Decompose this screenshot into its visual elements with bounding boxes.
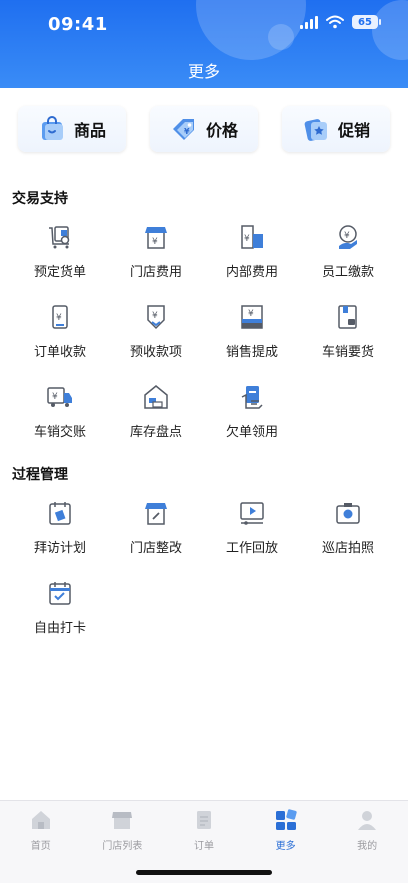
grid-item-label: 订单收款 [33,345,86,360]
grid-item-internal-fee[interactable]: ¥ 内部费用 [204,223,300,303]
status-time: 09:41 [48,14,108,35]
home-icon [31,811,50,829]
tab-profile[interactable]: 我的 [326,801,408,857]
decorative-bubble [268,24,294,50]
commission-icon: ¥ [241,305,263,329]
grid-item-label: 内部费用 [225,265,278,280]
store-fee-icon: ¥ [145,227,167,249]
store-fix-icon [145,503,167,525]
svg-text:¥: ¥ [244,234,250,244]
process-management-grid: 拜访计划 门店整改 工作回放 巡店拍照 自由打卡 [12,499,396,659]
payment-icon: ¥ [339,225,357,249]
promo-card[interactable]: 促销 [282,106,390,152]
svg-text:¥: ¥ [56,313,62,323]
decorative-bubble [372,0,408,60]
top-cards: 商品 ¥ 价格 促销 [18,106,390,152]
price-card-label: 价格 [205,121,238,140]
svg-text:¥: ¥ [248,309,254,319]
svg-text:¥: ¥ [52,392,58,402]
grid-item-label: 车销交账 [33,425,86,440]
grid-item-staff-payment[interactable]: ¥ 员工缴款 [300,223,396,303]
cellular-signal-icon [300,15,318,29]
price-tag-icon: ¥ [172,119,194,140]
user-icon [358,811,377,830]
prepay-icon: ¥ [147,305,165,330]
svg-text:¥: ¥ [184,127,190,136]
grid-item-order-receipt[interactable]: ¥ 订单收款 [12,303,108,383]
grid-item-store-photo[interactable]: 巡店拍照 [300,499,396,579]
page-title: 更多 [187,62,220,81]
camera-icon [336,503,360,524]
van-request-icon [338,305,357,329]
internal-fee-icon: ¥ [241,225,263,249]
status-icons: 65 [300,15,381,29]
tab-more[interactable]: 更多 [245,801,327,857]
grid-item-label: 拜访计划 [33,541,86,556]
section-title-trade: 交易支持 [12,191,68,207]
grid-item-store-fee[interactable]: ¥ 门店费用 [108,223,204,303]
header-bar: 09:41 65 更多 [0,0,408,88]
grid-item-label: 工作回放 [225,541,278,556]
battery-icon: 65 [352,15,381,29]
grid-item-order-booking[interactable]: 预定货单 [12,223,108,303]
tab-label: 首页 [30,841,51,852]
home-indicator [136,870,272,875]
grid-item-label: 员工缴款 [321,265,374,280]
grid-item-free-checkin[interactable]: 自由打卡 [12,579,108,659]
grid-item-label: 欠单领用 [225,425,278,440]
store-list-icon [112,812,133,829]
tab-label: 订单 [193,841,214,852]
grid-item-label: 巡店拍照 [321,541,374,556]
grid-item-label: 自由打卡 [33,621,86,636]
grid-item-label: 预定货单 [33,265,86,280]
grid-item-work-replay[interactable]: 工作回放 [204,499,300,579]
grid-item-label: 车销要货 [321,345,374,360]
grid-item-visit-plan[interactable]: 拜访计划 [12,499,108,579]
price-card[interactable]: ¥ 价格 [150,106,258,152]
grid-item-label: 销售提成 [225,345,278,360]
order-icon [196,811,211,829]
grid-item-sales-commission[interactable]: ¥ 销售提成 [204,303,300,383]
svg-text:¥: ¥ [152,237,158,247]
tab-label: 更多 [275,841,296,852]
grid-more-icon [275,809,297,830]
grid-item-label: 库存盘点 [129,425,182,440]
promo-icon [304,119,327,141]
grid-item-prepayment[interactable]: ¥ 预收款项 [108,303,204,383]
grid-item-van-settlement[interactable]: ¥ 车销交账 [12,383,108,463]
tab-label: 我的 [357,841,378,852]
svg-text:¥: ¥ [152,311,158,321]
tab-store-list[interactable]: 门店列表 [82,801,164,857]
order-cart-icon [49,226,70,249]
tab-home[interactable]: 首页 [0,801,82,857]
grid-item-label: 预收款项 [129,345,182,360]
svg-text:¥: ¥ [344,231,350,241]
promo-card-label: 促销 [337,121,370,140]
section-title-process: 过程管理 [12,467,68,483]
order-receipt-icon: ¥ [52,305,68,329]
bag-icon [41,116,63,140]
tab-label: 门店列表 [102,841,143,852]
grid-item-debt-form[interactable]: 欠单领用 [204,383,300,463]
debt-form-icon [241,386,263,409]
grid-item-store-rectify[interactable]: 门店整改 [108,499,204,579]
grid-item-van-request[interactable]: 车销要货 [300,303,396,383]
bottom-tab-bar: 首页 门店列表 订单 更多 我的 [0,800,408,883]
goods-card[interactable]: 商品 [18,106,126,152]
truck-icon: ¥ [47,387,72,407]
grid-item-inventory-check[interactable]: 库存盘点 [108,383,204,463]
calendar-check-icon [49,582,71,605]
tab-orders[interactable]: 订单 [163,801,245,857]
trade-support-grid: 预定货单 ¥ 门店费用 ¥ 内部费用 ¥ 员工缴款 ¥ 订单收款 ¥ 预收款项 … [12,223,396,463]
grid-item-label: 门店整改 [129,541,182,556]
calendar-plan-icon [49,502,71,525]
wifi-icon [326,15,344,29]
grid-item-label: 门店费用 [129,265,182,280]
video-play-icon [240,502,264,525]
goods-card-label: 商品 [73,121,106,140]
warehouse-icon [144,385,168,409]
